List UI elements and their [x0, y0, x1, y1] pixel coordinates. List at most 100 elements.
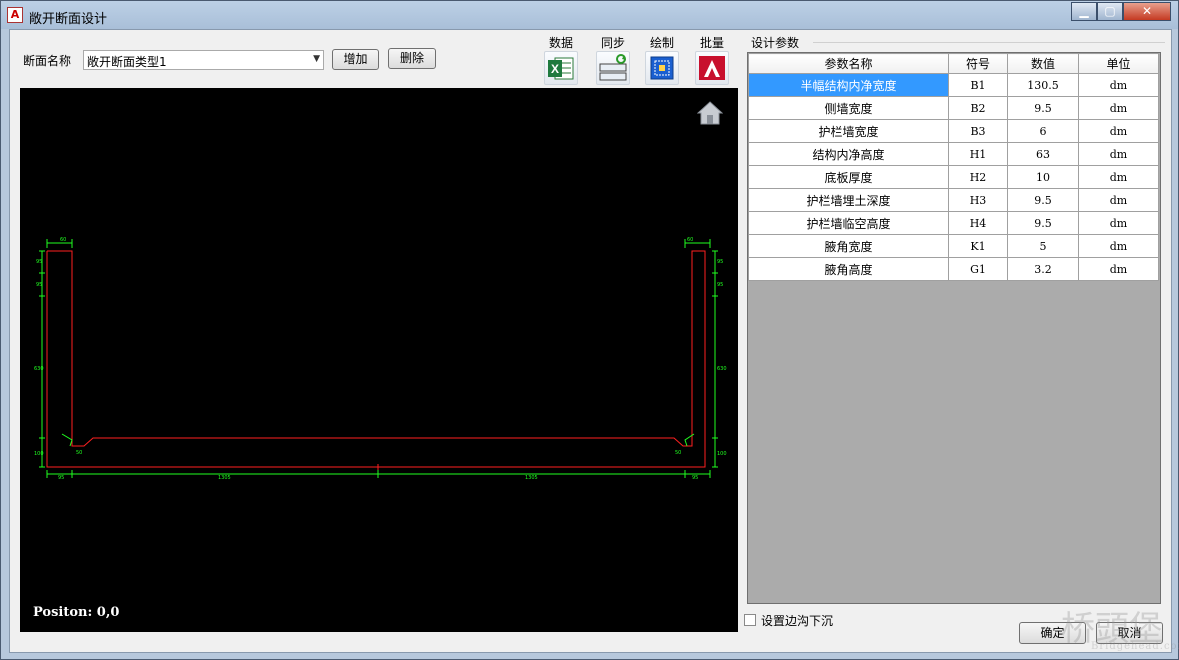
- param-value-cell[interactable]: 3.2: [1007, 257, 1079, 281]
- col-header-symbol[interactable]: 符号: [948, 53, 1008, 74]
- param-symbol-cell[interactable]: B1: [948, 73, 1008, 97]
- maximize-button[interactable]: ▢: [1097, 2, 1123, 21]
- dim-left-bottom: 100: [34, 451, 44, 457]
- param-symbol-cell[interactable]: B2: [948, 96, 1008, 120]
- param-symbol-cell[interactable]: H4: [948, 211, 1008, 235]
- chevron-down-icon[interactable]: ▼: [313, 54, 320, 64]
- param-unit-cell[interactable]: dm: [1078, 73, 1159, 97]
- section-name-value: 敞开断面类型1: [87, 55, 167, 69]
- param-value-cell[interactable]: 10: [1007, 165, 1079, 189]
- params-table: 参数名称 符号 数值 单位 半幅结构内净宽度 B1 130.5 dm 侧墙宽度: [748, 53, 1159, 281]
- gutter-settle-label[interactable]: 设置边沟下沉: [761, 612, 833, 629]
- tool-sync[interactable]: 同步: [590, 34, 636, 85]
- cancel-button[interactable]: 取消: [1096, 622, 1163, 644]
- param-unit-cell[interactable]: dm: [1078, 257, 1159, 281]
- table-row[interactable]: 侧墙宽度 B2 9.5 dm: [748, 96, 1159, 120]
- cad-drawing: 60 60 95 95 630 100 95 95 630 100 50 50 …: [34, 237, 727, 481]
- param-name-cell[interactable]: 腋角高度: [748, 257, 949, 281]
- dim-haunch-left: 50: [76, 450, 82, 456]
- home-icon[interactable]: [696, 100, 724, 126]
- delete-button[interactable]: 删除: [388, 48, 436, 69]
- param-value-cell[interactable]: 9.5: [1007, 96, 1079, 120]
- param-unit-cell[interactable]: dm: [1078, 211, 1159, 235]
- dim-bottom-right-small: 95: [692, 475, 698, 481]
- dialog-window: A 敞开断面设计 ▁ ▢ ✕ 断面名称 敞开断面类型1 ▼ 增加 删除 数据 X: [0, 0, 1179, 660]
- param-symbol-cell[interactable]: G1: [948, 257, 1008, 281]
- tool-batch[interactable]: 批量: [689, 34, 735, 85]
- param-unit-cell[interactable]: dm: [1078, 234, 1159, 258]
- section-outline: [46, 250, 706, 468]
- param-unit-cell[interactable]: dm: [1078, 165, 1159, 189]
- drawing-canvas[interactable]: 60 60 95 95 630 100 95 95 630 100 50 50 …: [20, 88, 738, 632]
- param-symbol-cell[interactable]: H1: [948, 142, 1008, 166]
- dim-top-right: 60: [687, 237, 693, 243]
- window-title: 敞开断面设计: [29, 12, 108, 27]
- group-divider: [813, 42, 1165, 43]
- param-name-cell[interactable]: 结构内净高度: [748, 142, 949, 166]
- section-name-label: 断面名称: [23, 54, 72, 68]
- minimize-button[interactable]: ▁: [1071, 2, 1097, 21]
- tool-batch-label: 批量: [699, 36, 724, 50]
- param-value-cell[interactable]: 9.5: [1007, 211, 1079, 235]
- param-name-cell[interactable]: 侧墙宽度: [748, 96, 949, 120]
- tool-sync-label: 同步: [600, 36, 625, 50]
- title-bar[interactable]: A 敞开断面设计 ▁ ▢ ✕: [1, 1, 1178, 29]
- dim-right-upper: 95: [717, 259, 723, 265]
- param-unit-cell[interactable]: dm: [1078, 142, 1159, 166]
- dialog-client-area: 断面名称 敞开断面类型1 ▼ 增加 删除 数据 X 同步 绘制 批量 60 60…: [9, 29, 1172, 653]
- col-header-unit[interactable]: 单位: [1078, 53, 1159, 74]
- param-unit-cell[interactable]: dm: [1078, 188, 1159, 212]
- table-row[interactable]: 底板厚度 H2 10 dm: [748, 165, 1159, 189]
- table-row[interactable]: 腋角高度 G1 3.2 dm: [748, 257, 1159, 281]
- autocad-icon: A: [7, 7, 23, 23]
- param-symbol-cell[interactable]: K1: [948, 234, 1008, 258]
- param-value-cell[interactable]: 5: [1007, 234, 1079, 258]
- param-symbol-cell[interactable]: H3: [948, 188, 1008, 212]
- dim-bottom-right-span: 1305: [525, 475, 538, 481]
- dim-left-mid: 95: [36, 282, 42, 288]
- param-value-cell[interactable]: 9.5: [1007, 188, 1079, 212]
- table-row[interactable]: 腋角宽度 K1 5 dm: [748, 234, 1159, 258]
- param-value-cell[interactable]: 63: [1007, 142, 1079, 166]
- param-name-cell[interactable]: 护栏墙埋土深度: [748, 188, 949, 212]
- svg-text:X: X: [551, 62, 559, 76]
- table-header-row: 参数名称 符号 数值 单位: [748, 53, 1159, 74]
- table-row[interactable]: 半幅结构内净宽度 B1 130.5 dm: [748, 73, 1159, 97]
- gutter-settle-checkbox[interactable]: [744, 614, 756, 626]
- param-symbol-cell[interactable]: H2: [948, 165, 1008, 189]
- section-name-combobox[interactable]: 敞开断面类型1 ▼: [83, 50, 324, 70]
- close-button[interactable]: ✕: [1123, 2, 1171, 21]
- param-value-cell[interactable]: 130.5: [1007, 73, 1079, 97]
- param-name-cell[interactable]: 护栏墙宽度: [748, 119, 949, 143]
- table-row[interactable]: 护栏墙临空高度 H4 9.5 dm: [748, 211, 1159, 235]
- autocad-icon[interactable]: [695, 51, 729, 85]
- param-value-cell[interactable]: 6: [1007, 119, 1079, 143]
- param-name-cell[interactable]: 底板厚度: [748, 165, 949, 189]
- params-grid[interactable]: 参数名称 符号 数值 单位 半幅结构内净宽度 B1 130.5 dm 侧墙宽度: [747, 52, 1161, 604]
- table-row[interactable]: 护栏墙埋土深度 H3 9.5 dm: [748, 188, 1159, 212]
- excel-icon[interactable]: X: [544, 51, 578, 85]
- draw-icon[interactable]: [645, 51, 679, 85]
- param-name-cell[interactable]: 护栏墙临空高度: [748, 211, 949, 235]
- dim-haunch-right: 50: [675, 450, 681, 456]
- param-unit-cell[interactable]: dm: [1078, 119, 1159, 143]
- sync-icon[interactable]: [596, 51, 630, 85]
- tool-draw[interactable]: 绘制: [639, 34, 685, 85]
- param-name-cell[interactable]: 腋角宽度: [748, 234, 949, 258]
- tool-data[interactable]: 数据 X: [538, 34, 584, 85]
- tool-data-label: 数据: [548, 36, 573, 50]
- dim-left-long: 630: [34, 366, 44, 372]
- add-button[interactable]: 增加: [332, 49, 379, 70]
- param-symbol-cell[interactable]: B3: [948, 119, 1008, 143]
- param-unit-cell[interactable]: dm: [1078, 96, 1159, 120]
- dim-bottom-left-span: 1305: [218, 475, 231, 481]
- dim-right-bottom: 100: [717, 451, 727, 457]
- param-name-cell[interactable]: 半幅结构内净宽度: [748, 73, 949, 97]
- col-header-value[interactable]: 数值: [1007, 53, 1079, 74]
- col-header-name[interactable]: 参数名称: [748, 53, 949, 74]
- tool-draw-label: 绘制: [649, 36, 674, 50]
- table-row[interactable]: 结构内净高度 H1 63 dm: [748, 142, 1159, 166]
- ok-button[interactable]: 确定: [1019, 622, 1086, 644]
- table-row[interactable]: 护栏墙宽度 B3 6 dm: [748, 119, 1159, 143]
- dim-top-left: 60: [60, 237, 66, 243]
